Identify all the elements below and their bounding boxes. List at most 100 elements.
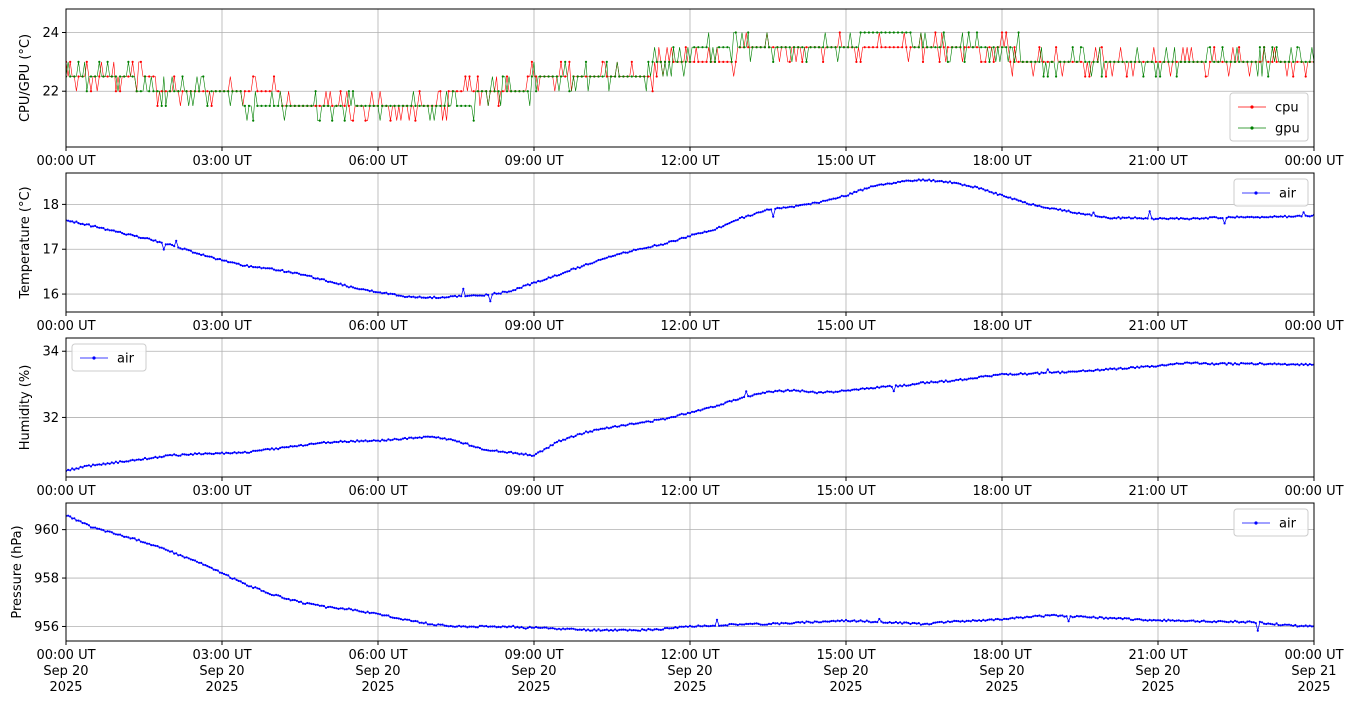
data-point xyxy=(564,75,567,78)
data-point xyxy=(632,629,635,632)
data-point xyxy=(734,399,737,402)
data-point xyxy=(110,461,113,464)
data-point xyxy=(1075,370,1078,373)
data-point xyxy=(96,226,99,229)
data-point xyxy=(819,391,823,394)
data-point xyxy=(437,623,440,626)
data-point xyxy=(838,46,841,49)
data-point xyxy=(1142,217,1145,220)
data-point xyxy=(135,458,138,461)
data-point xyxy=(119,75,122,78)
data-point xyxy=(982,375,985,378)
data-point xyxy=(460,104,463,107)
data-point xyxy=(861,387,864,390)
data-point xyxy=(393,437,396,440)
data-point xyxy=(630,75,633,78)
data-point xyxy=(385,439,388,442)
data-point xyxy=(287,270,290,273)
data-point xyxy=(372,104,375,107)
data-point xyxy=(736,218,739,221)
data-point xyxy=(116,533,120,536)
data-point xyxy=(944,180,947,183)
data-point xyxy=(210,104,213,107)
data-point xyxy=(805,620,808,623)
data-point xyxy=(688,624,692,628)
data-point xyxy=(69,60,72,64)
data-point xyxy=(720,624,723,627)
data-point xyxy=(840,194,843,197)
data-point xyxy=(131,234,134,237)
data-point xyxy=(1131,217,1135,220)
data-point xyxy=(245,584,249,587)
data-point xyxy=(360,610,363,613)
data-point xyxy=(67,514,70,517)
data-point xyxy=(108,462,111,465)
data-point xyxy=(578,432,581,435)
data-point xyxy=(339,439,342,442)
data-point xyxy=(385,614,388,617)
data-point xyxy=(857,189,860,192)
data-point xyxy=(984,46,987,49)
data-point xyxy=(998,373,1002,376)
data-point xyxy=(826,46,829,49)
data-point xyxy=(1310,214,1313,217)
data-point xyxy=(1067,60,1070,64)
data-point xyxy=(200,561,203,565)
data-point xyxy=(89,526,93,529)
data-point xyxy=(836,196,839,199)
data-point xyxy=(485,293,488,296)
data-point xyxy=(478,624,481,628)
data-point xyxy=(1159,364,1162,367)
data-point xyxy=(75,467,78,470)
data-point xyxy=(485,90,488,93)
data-point xyxy=(589,629,592,632)
data-point xyxy=(524,627,527,630)
data-point xyxy=(1188,218,1191,221)
data-point xyxy=(391,292,394,296)
data-point xyxy=(416,620,419,623)
data-point xyxy=(250,585,253,588)
data-point xyxy=(668,240,671,243)
data-point xyxy=(1121,618,1124,621)
data-point xyxy=(1107,368,1110,371)
data-point xyxy=(697,46,700,49)
data-point xyxy=(389,119,392,122)
data-point xyxy=(1030,372,1033,375)
data-point xyxy=(547,627,550,630)
data-point xyxy=(341,284,344,287)
data-point xyxy=(206,452,209,455)
data-point xyxy=(876,31,879,34)
data-point xyxy=(270,447,273,450)
x-tick-label: 06:00 UT xyxy=(348,484,407,499)
data-point xyxy=(387,293,390,296)
data-point xyxy=(957,182,960,185)
data-point xyxy=(726,400,729,403)
x-tick-label: 06:00 UT xyxy=(348,154,407,169)
data-point xyxy=(179,247,182,250)
data-point xyxy=(996,373,999,376)
data-point xyxy=(940,620,943,623)
data-point xyxy=(998,193,1002,196)
data-point xyxy=(1079,46,1083,49)
data-point xyxy=(799,390,802,393)
data-point xyxy=(672,239,675,243)
data-point xyxy=(252,75,255,78)
data-point xyxy=(1213,60,1216,64)
data-point xyxy=(568,60,571,64)
data-point xyxy=(907,179,910,182)
data-point xyxy=(1138,618,1141,621)
data-point xyxy=(401,295,405,298)
data-point xyxy=(568,436,571,439)
data-point xyxy=(370,439,373,442)
data-point xyxy=(1171,60,1174,64)
data-point xyxy=(98,463,101,466)
data-point xyxy=(183,556,186,559)
data-point xyxy=(1229,362,1232,365)
data-point xyxy=(722,403,725,406)
data-point xyxy=(718,60,721,64)
data-point xyxy=(618,252,621,256)
data-point xyxy=(593,261,596,264)
data-point xyxy=(1009,617,1012,620)
data-point xyxy=(389,104,392,107)
data-point xyxy=(1077,615,1081,618)
